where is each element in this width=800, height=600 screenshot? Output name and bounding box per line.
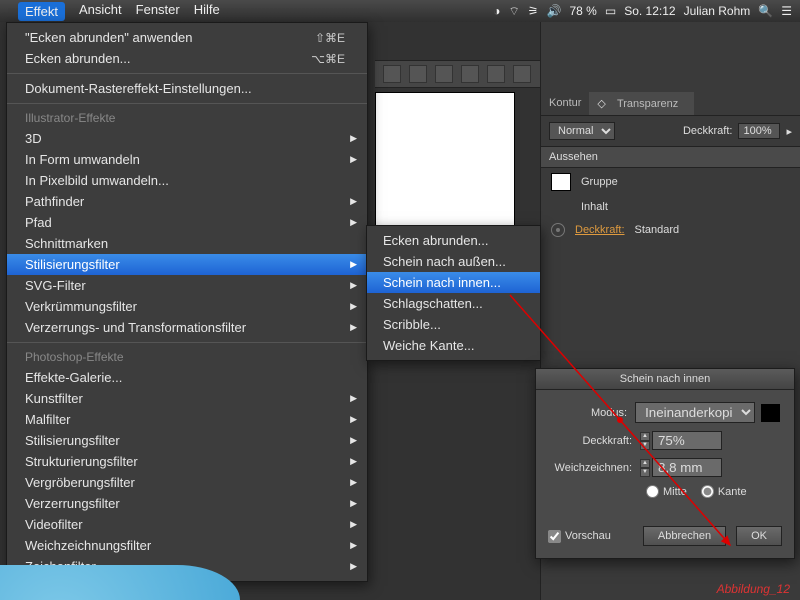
battery-icon[interactable]: ▭ — [605, 4, 616, 18]
menuitem-ps-stylize[interactable]: Stilisierungsfilter — [7, 430, 367, 451]
effect-menu-dropdown: "Ecken abrunden" anwenden ⇧⌘E Ecken abru… — [6, 22, 368, 582]
opacity-input[interactable] — [652, 431, 722, 450]
cancel-button[interactable]: Abbrechen — [643, 526, 726, 546]
opacity-field[interactable] — [738, 123, 780, 139]
radio-center-label: Mitte — [663, 486, 687, 498]
menuitem-warp[interactable]: Verkrümmungsfilter — [7, 296, 367, 317]
tab-transparenz[interactable]: ◇ Transparenz — [589, 92, 694, 115]
menubar-menus: Effekt Ansicht Fenster Hilfe — [18, 2, 220, 21]
wifi-icon[interactable]: ⚞ — [528, 4, 539, 18]
mac-menubar: Effekt Ansicht Fenster Hilfe ◑ ⌔ ⚞ 🔊 78 … — [0, 0, 800, 22]
panel-header-aussehen[interactable]: Aussehen — [541, 146, 800, 168]
appearance-contents-row[interactable]: Inhalt — [541, 196, 800, 218]
align-left-icon[interactable] — [383, 65, 401, 83]
menuitem-video[interactable]: Videofilter — [7, 514, 367, 535]
fill-swatch[interactable] — [551, 173, 571, 191]
menuitem-raster-settings[interactable]: Dokument-Rastereffekt-Einstellungen... — [7, 78, 367, 99]
align-middle-icon[interactable] — [487, 65, 505, 83]
menuitem-convert-shape[interactable]: In Form umwandeln — [7, 149, 367, 170]
battery-percent: 78 % — [570, 4, 597, 18]
menuitem-stylize[interactable]: Stilisierungsfilter — [7, 254, 367, 275]
menuitem-label: Ecken abrunden... — [25, 51, 131, 66]
mode-label: Modus: — [550, 407, 635, 419]
opacity-chevron-icon[interactable]: ▸ — [786, 125, 792, 138]
notification-icon[interactable]: ◑ — [493, 4, 500, 18]
align-bottom-icon[interactable] — [513, 65, 531, 83]
radio-edge[interactable]: Kante — [701, 485, 747, 498]
menuitem-texture[interactable]: Strukturierungsfilter — [7, 451, 367, 472]
menuitem-distort-transform[interactable]: Verzerrungs- und Transformationsfilter — [7, 317, 367, 338]
appearance-opacity-link[interactable]: Deckkraft: — [575, 224, 625, 236]
menuitem-pixelate[interactable]: Vergröberungsfilter — [7, 472, 367, 493]
dialog-title: Schein nach innen — [536, 369, 794, 390]
menuitem-distort[interactable]: Verzerrungsfilter — [7, 493, 367, 514]
menuitem-label: "Ecken abrunden" anwenden — [25, 30, 193, 45]
appearance-opacity-value: Standard — [635, 224, 680, 236]
menu-section-illustrator: Illustrator-Effekte — [7, 108, 367, 128]
radio-center[interactable]: Mitte — [646, 485, 687, 498]
menu-effekt[interactable]: Effekt — [18, 2, 65, 21]
appearance-opacity-row[interactable]: Deckkraft: Standard — [541, 218, 800, 242]
volume-icon[interactable]: 🔊 — [547, 4, 562, 18]
menu-hilfe[interactable]: Hilfe — [194, 2, 220, 21]
inner-glow-dialog: Schein nach innen Modus: Ineinanderkopie… — [535, 368, 795, 559]
transparency-row: Normal Deckkraft: ▸ — [541, 116, 800, 146]
submenu-round-corners[interactable]: Ecken abrunden... — [367, 230, 540, 251]
figure-caption: Abbildung_12 — [717, 582, 790, 596]
align-top-icon[interactable] — [461, 65, 479, 83]
tab-kontur[interactable]: Kontur — [541, 92, 589, 115]
menuitem-artistic[interactable]: Kunstfilter — [7, 388, 367, 409]
blur-stepper[interactable]: ▲▼ — [640, 459, 650, 477]
submenu-scribble[interactable]: Scribble... — [367, 314, 540, 335]
menuitem-last[interactable]: Ecken abrunden... ⌥⌘E — [7, 48, 367, 69]
clock[interactable]: So. 12:12 — [624, 4, 675, 18]
radio-edge-label: Kante — [718, 486, 747, 498]
appearance-target-label: Gruppe — [581, 176, 618, 188]
menubar-status: ◑ ⌔ ⚞ 🔊 78 % ▭ So. 12:12 Julian Rohm 🔍 ☰ — [493, 4, 792, 19]
menuitem-effect-gallery[interactable]: Effekte-Galerie... — [7, 367, 367, 388]
appearance-contents-label: Inhalt — [581, 201, 608, 213]
menuitem-svg-filters[interactable]: SVG-Filter — [7, 275, 367, 296]
menuitem-blur[interactable]: Weichzeichnungsfilter — [7, 535, 367, 556]
appearance-target-row: Gruppe — [541, 168, 800, 196]
preview-checkbox[interactable]: Vorschau — [548, 530, 611, 543]
align-center-icon[interactable] — [409, 65, 427, 83]
panel-tabs-stroke: Kontur ◇ Transparenz — [541, 92, 800, 116]
list-icon[interactable]: ☰ — [781, 4, 792, 18]
submenu-outer-glow[interactable]: Schein nach außen... — [367, 251, 540, 272]
blend-mode-select[interactable]: Normal — [549, 122, 615, 140]
mode-select[interactable]: Ineinanderkopieren — [635, 402, 755, 423]
menuitem-shortcut: ⇧⌘E — [315, 31, 345, 45]
bluetooth-icon[interactable]: ⌔ — [509, 4, 520, 19]
submenu-feather[interactable]: Weiche Kante... — [367, 335, 540, 356]
glow-color-swatch[interactable] — [761, 404, 780, 422]
ok-button[interactable]: OK — [736, 526, 782, 546]
align-right-icon[interactable] — [435, 65, 453, 83]
menubar-username[interactable]: Julian Rohm — [684, 4, 751, 18]
stylize-submenu: Ecken abrunden... Schein nach außen... S… — [366, 225, 541, 361]
menu-ansicht[interactable]: Ansicht — [79, 2, 122, 21]
menuitem-cropmarks[interactable]: Schnittmarken — [7, 233, 367, 254]
preview-label: Vorschau — [565, 530, 611, 542]
menuitem-pathfinder[interactable]: Pathfinder — [7, 191, 367, 212]
menu-fenster[interactable]: Fenster — [136, 2, 180, 21]
artwork-shape — [0, 565, 240, 600]
menu-section-photoshop: Photoshop-Effekte — [7, 347, 367, 367]
blur-input[interactable] — [652, 458, 722, 477]
visibility-eye-icon[interactable] — [551, 223, 565, 237]
spotlight-icon[interactable]: 🔍 — [758, 4, 773, 18]
submenu-drop-shadow[interactable]: Schlagschatten... — [367, 293, 540, 314]
submenu-inner-glow[interactable]: Schein nach innen... — [367, 272, 540, 293]
menuitem-shortcut: ⌥⌘E — [311, 52, 345, 66]
menuitem-brush-strokes[interactable]: Malfilter — [7, 409, 367, 430]
blur-label: Weichzeichnen: — [550, 462, 640, 474]
menuitem-3d[interactable]: 3D — [7, 128, 367, 149]
menuitem-rasterize[interactable]: In Pixelbild umwandeln... — [7, 170, 367, 191]
menuitem-apply-last[interactable]: "Ecken abrunden" anwenden ⇧⌘E — [7, 27, 367, 48]
opacity-label: Deckkraft: — [550, 435, 640, 447]
opacity-label: Deckkraft: — [683, 125, 733, 137]
menuitem-path[interactable]: Pfad — [7, 212, 367, 233]
opacity-stepper[interactable]: ▲▼ — [640, 432, 650, 450]
